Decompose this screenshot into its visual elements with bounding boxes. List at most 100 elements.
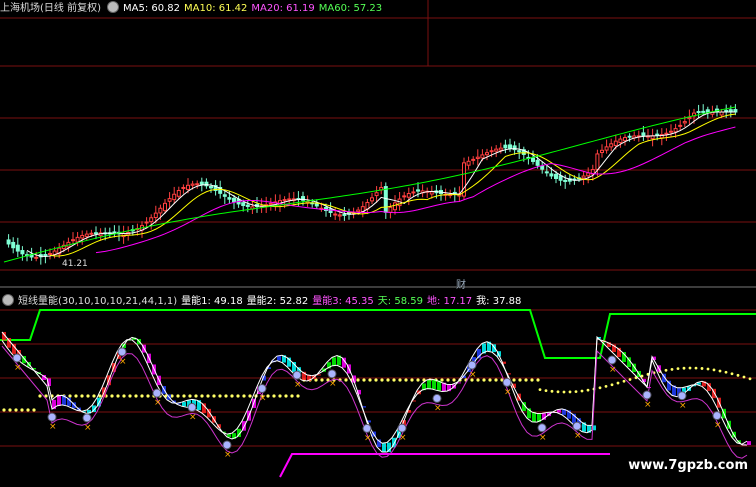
cross-marker: × [329,379,337,389]
cross-marker: × [259,394,267,404]
dot-line [26,408,30,412]
dot-line [80,394,84,398]
dot-line [416,378,420,382]
signal-marker [187,402,197,412]
energy-bar [277,356,281,361]
ma10-line [49,113,736,257]
dot-line [368,378,372,382]
candle-body [609,143,614,148]
cross-marker: × [364,433,372,443]
dot-line [718,369,722,373]
candle-body [333,213,338,216]
dot-line [374,378,378,382]
dot-line [562,390,566,394]
gear-icon[interactable] [106,1,119,13]
signal-marker [47,412,57,422]
cross-marker: × [714,421,722,431]
dot-line [8,408,12,412]
candle-body [75,236,80,243]
candle-body [195,183,200,186]
dot-line [410,378,414,382]
energy-bar [227,434,231,437]
ma10-value: MA10: 61.42 [184,3,248,14]
dot-line [38,394,42,398]
candle-body [149,217,154,223]
candle-body [682,121,687,124]
signal-marker [642,390,652,400]
dot-line [700,367,704,370]
ma60-line [3,106,736,263]
dot-line [86,394,90,398]
cross-marker: × [504,387,512,397]
candle-body [558,175,563,181]
gear-icon[interactable] [2,294,14,306]
energy1-line [1,331,748,445]
candle-body [245,204,250,207]
candle-body [383,186,388,213]
candle-body [595,153,600,170]
candle-body [475,156,480,159]
indicator-name: 短线量能 [18,296,58,307]
dot-line [544,389,548,393]
indicator-legend: 短线量能(30,10,10,10,21,44,1,1) 量能1: 49.18 量能2… [0,294,525,309]
dot-line [568,390,572,394]
dot-line [742,375,746,379]
dot-line [538,388,542,392]
dot-line [586,388,590,392]
candle-body [498,147,503,151]
candle-body [494,148,499,152]
candle-body [549,173,554,177]
candle-body [627,135,632,138]
candle-body [531,157,535,162]
dot-line [580,389,584,393]
dot-line [344,378,348,382]
candle-body [489,150,494,153]
energy-bar [557,409,561,413]
candle-body [678,124,683,127]
dot-line [748,377,752,381]
finance-marker[interactable]: 财 [456,276,466,291]
dot-line [604,384,608,388]
dot-line [236,394,240,398]
dot-line [536,378,540,382]
price-chart[interactable] [0,0,756,288]
dot-line [392,378,396,382]
candle-body [705,109,710,113]
signal-marker [152,388,162,398]
price-chart-pane[interactable]: 上海机场(日线 前复权) MA5: 60.82 MA10: 61.42 MA20: 6… [0,0,756,291]
dot-line [296,394,300,398]
candle-body [15,244,20,252]
candle-body [176,190,181,197]
candle-body [563,179,568,182]
dot-line [278,394,282,398]
cross-marker: × [679,401,687,411]
signal-marker [432,393,442,403]
dot-line [622,379,626,383]
candle-body [314,203,319,207]
signal-marker [712,411,722,421]
candle-body [34,256,39,259]
cross-marker: × [434,403,442,413]
di-value: 地: 17.17 [426,296,473,307]
dot-line [128,394,132,398]
signal-marker [572,421,582,431]
signal-marker [327,369,337,379]
dot-line [664,368,668,372]
dot-line [446,378,450,382]
dot-line [556,390,560,394]
dot-line [206,394,210,398]
signal-marker [502,377,512,387]
candle-body [199,181,204,185]
dot-line [628,378,632,381]
candle-body [167,198,172,202]
cross-marker: × [14,363,22,373]
candle-body [388,206,393,213]
dot-line [518,378,522,382]
energy-bar [382,443,386,452]
dot-line [266,394,270,398]
dot-line [356,378,360,382]
candle-body [669,130,673,133]
dot-line [320,378,324,382]
candle-body [227,197,232,200]
dot-line [676,367,680,371]
